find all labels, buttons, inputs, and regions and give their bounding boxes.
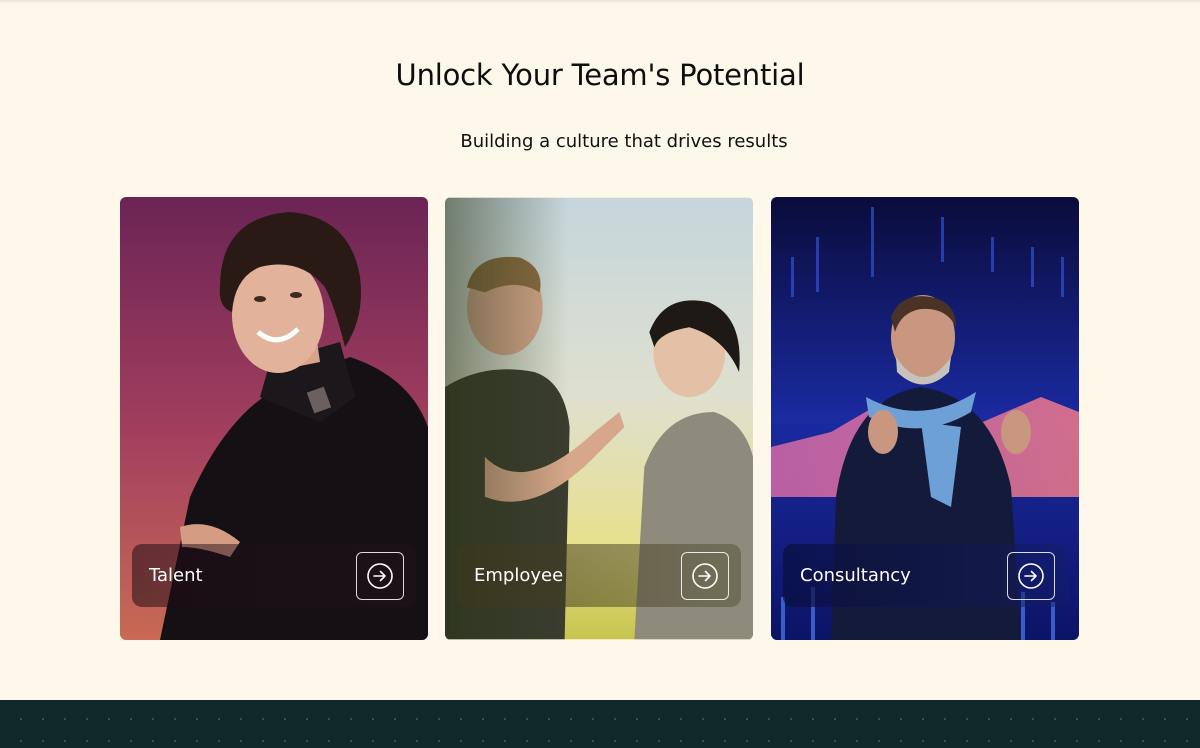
card-talent-arrow-button[interactable] — [356, 551, 404, 600]
card-consultancy-bar[interactable]: Consultancy — [783, 544, 1067, 607]
card-consultancy-arrow-button[interactable] — [1007, 551, 1055, 600]
card-employee[interactable]: Employee — [445, 197, 753, 640]
card-talent-bar[interactable]: Talent — [132, 544, 416, 607]
arrow-right-circle-icon — [1018, 562, 1044, 589]
section-subtitle: Building a culture that drives results — [460, 131, 788, 152]
card-employee-label: Employee — [474, 565, 564, 586]
arrow-right-circle-icon — [367, 562, 393, 589]
card-employee-arrow-button[interactable] — [681, 551, 729, 600]
card-employee-bar[interactable]: Employee — [457, 544, 741, 607]
card-consultancy[interactable]: Consultancy — [771, 197, 1079, 640]
header-shadow — [0, 0, 1200, 4]
footer-band — [0, 700, 1200, 748]
card-talent[interactable]: Talent — [120, 197, 428, 640]
card-talent-label: Talent — [149, 565, 203, 586]
card-consultancy-label: Consultancy — [800, 565, 911, 586]
arrow-right-circle-icon — [692, 562, 718, 589]
section-title: Unlock Your Team's Potential — [395, 58, 805, 92]
